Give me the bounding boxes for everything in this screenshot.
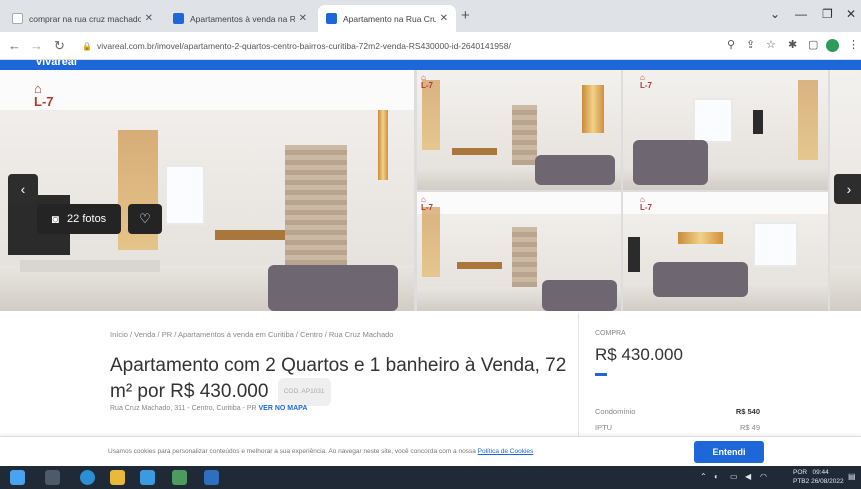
bookmark-star-icon[interactable]: ☆ <box>766 38 776 51</box>
tray-chevron-icon[interactable]: ⌃ <box>700 472 707 481</box>
tab-search-icon[interactable]: ⌄ <box>770 7 780 21</box>
site-header: vivareal <box>0 60 861 70</box>
tray-battery-icon[interactable]: ▭ <box>730 472 738 481</box>
listing-title-text: Apartamento com 2 Quartos e 1 banheiro à… <box>110 355 567 403</box>
chrome-icon[interactable] <box>140 470 155 485</box>
price-value: R$ 430.000 <box>595 345 683 364</box>
cookie-banner: Usamos cookies para personalizar conteúd… <box>0 436 861 466</box>
thumbnail-photo[interactable] <box>623 70 828 190</box>
price-box: COMPRA R$ 430.000 Condomínio R$ 540 IPTU… <box>578 313 768 437</box>
agency-logo: ⌂ L-7 <box>421 195 433 212</box>
fee-label: Condomínio <box>595 407 636 416</box>
chevron-right-icon: › <box>846 181 852 197</box>
close-tab-icon[interactable]: ✕ <box>145 13 153 24</box>
photo-gallery: ⌂ L-7 ⌂ L-7 ⌂ L-7 ⌂ L-7 ⌂ L-7 ‹ › ◙ 22 f… <box>0 70 861 311</box>
thumbnail-photo[interactable] <box>417 192 621 311</box>
close-tab-icon[interactable]: ✕ <box>299 13 307 24</box>
browser-tab-strip: comprar na rua cruz machado 3 ✕ Apartame… <box>0 0 861 32</box>
minimize-icon[interactable]: — <box>795 7 807 21</box>
breadcrumb[interactable]: Início / Venda / PR / Apartamentos à ven… <box>110 330 393 339</box>
chevron-left-icon: ‹ <box>20 181 26 197</box>
gallery-next-button[interactable]: › <box>834 174 861 204</box>
close-window-icon[interactable]: ✕ <box>846 7 856 21</box>
tray-time: 09:44 <box>812 469 829 476</box>
browser-tab-listings[interactable]: Apartamentos à venda na Rua C ✕ <box>165 5 315 32</box>
thumbnail-photo[interactable] <box>623 192 828 311</box>
new-tab-icon[interactable]: + <box>461 7 470 24</box>
tray-clock[interactable]: POR 09:44 PTB2 26/08/2022 <box>793 468 853 486</box>
tab-title: Apartamento na Rua Cruz Mach <box>343 13 436 24</box>
tab-title: comprar na rua cruz machado 3 <box>29 13 141 24</box>
tab-title: Apartamentos à venda na Rua C <box>190 13 295 24</box>
url-text: vivareal.com.br/imovel/apartamento-2-qua… <box>96 41 511 51</box>
edge-browser-icon[interactable] <box>80 470 95 485</box>
fee-row-iptu: IPTU R$ 49 <box>595 423 760 432</box>
address-text: Rua Cruz Machado, 311 - Centro, Curitiba… <box>110 405 257 412</box>
google-icon <box>12 13 23 24</box>
vivareal-favicon-icon <box>173 13 184 24</box>
share-icon[interactable]: ⇪ <box>746 38 755 51</box>
camera-icon: ◙ <box>51 212 60 226</box>
tray-date: 26/08/2022 <box>811 478 844 485</box>
tray-network-icon[interactable]: ◐ <box>714 472 719 481</box>
back-icon[interactable]: ← <box>8 38 21 53</box>
tray-lang: POR <box>793 469 808 476</box>
task-view-icon[interactable] <box>45 470 60 485</box>
browser-tab-active[interactable]: Apartamento na Rua Cruz Mach ✕ <box>318 5 456 32</box>
agency-logo: ⌂ L-7 <box>640 195 652 212</box>
cookie-message: Usamos cookies para personalizar conteúd… <box>108 448 476 455</box>
photos-count-label: 22 fotos <box>67 213 107 225</box>
view-photos-button[interactable]: ◙ 22 fotos <box>37 204 121 234</box>
app-icon[interactable] <box>204 470 219 485</box>
browser-tab-search[interactable]: comprar na rua cruz machado 3 ✕ <box>4 5 161 32</box>
file-explorer-icon[interactable] <box>110 470 125 485</box>
cookie-text: Usamos cookies para personalizar conteúd… <box>108 448 533 455</box>
thumbnail-photo[interactable] <box>417 70 621 190</box>
accept-cookies-button[interactable]: Entendi <box>694 441 764 463</box>
vivareal-favicon-icon <box>326 13 337 24</box>
tray-layout: PTB2 <box>793 478 810 485</box>
listing-title: Apartamento com 2 Quartos e 1 banheiro à… <box>110 354 570 406</box>
favorite-button[interactable]: ♡ <box>128 204 162 234</box>
agency-logo: ⌂ L-7 <box>421 73 433 90</box>
view-on-map-link[interactable]: VER NO MAPA <box>259 405 308 412</box>
windows-start-icon[interactable] <box>10 470 25 485</box>
address-bar[interactable]: 🔒 vivareal.com.br/imovel/apartamento-2-q… <box>78 36 718 56</box>
taskbar: ⌃ ◐ ▭ ◀ ◠ POR 09:44 PTB2 26/08/2022 ▤ <box>0 466 861 489</box>
maximize-icon[interactable]: ❐ <box>822 7 833 21</box>
gallery-prev-button[interactable]: ‹ <box>8 174 38 204</box>
profile-avatar[interactable] <box>826 39 839 52</box>
agency-logo: ⌂ L-7 <box>34 81 54 109</box>
notifications-icon[interactable]: ▤ <box>848 472 856 481</box>
fee-value: R$ 540 <box>735 407 760 416</box>
price-accent-bar <box>595 373 607 376</box>
calculator-icon[interactable] <box>172 470 187 485</box>
listing-code-badge: COD. AP1031 <box>277 378 331 406</box>
close-tab-icon[interactable]: ✕ <box>440 13 448 24</box>
fee-label: IPTU <box>595 423 613 432</box>
heart-icon: ♡ <box>139 211 151 226</box>
agency-logo: ⌂ L-7 <box>640 73 652 90</box>
fee-row-condominio: Condomínio R$ 540 <box>595 407 760 416</box>
forward-icon[interactable]: → <box>30 38 43 53</box>
lock-icon: 🔒 <box>82 41 92 51</box>
listing-address: Rua Cruz Machado, 311 - Centro, Curitiba… <box>110 405 307 412</box>
sidebar-icon[interactable]: ▢ <box>808 38 818 51</box>
site-logo[interactable]: vivareal <box>36 60 77 68</box>
extensions-icon[interactable]: ✱ <box>788 38 797 51</box>
tray-volume-icon[interactable]: ◀ <box>745 472 751 481</box>
reload-icon[interactable]: ↻ <box>54 38 65 54</box>
location-icon[interactable]: ⚲ <box>727 38 735 51</box>
listing-content: Início / Venda / PR / Apartamentos à ven… <box>0 311 861 437</box>
price-type-label: COMPRA <box>595 330 626 337</box>
browser-toolbar: ← → ↻ 🔒 vivareal.com.br/imovel/apartamen… <box>0 32 861 60</box>
cookie-policy-link[interactable]: Política de Cookies <box>478 448 534 455</box>
fee-value: R$ 49 <box>739 423 760 432</box>
main-photo[interactable] <box>0 70 414 311</box>
menu-icon[interactable]: ⋮ <box>848 38 859 51</box>
tray-wifi-icon[interactable]: ◠ <box>760 472 767 481</box>
